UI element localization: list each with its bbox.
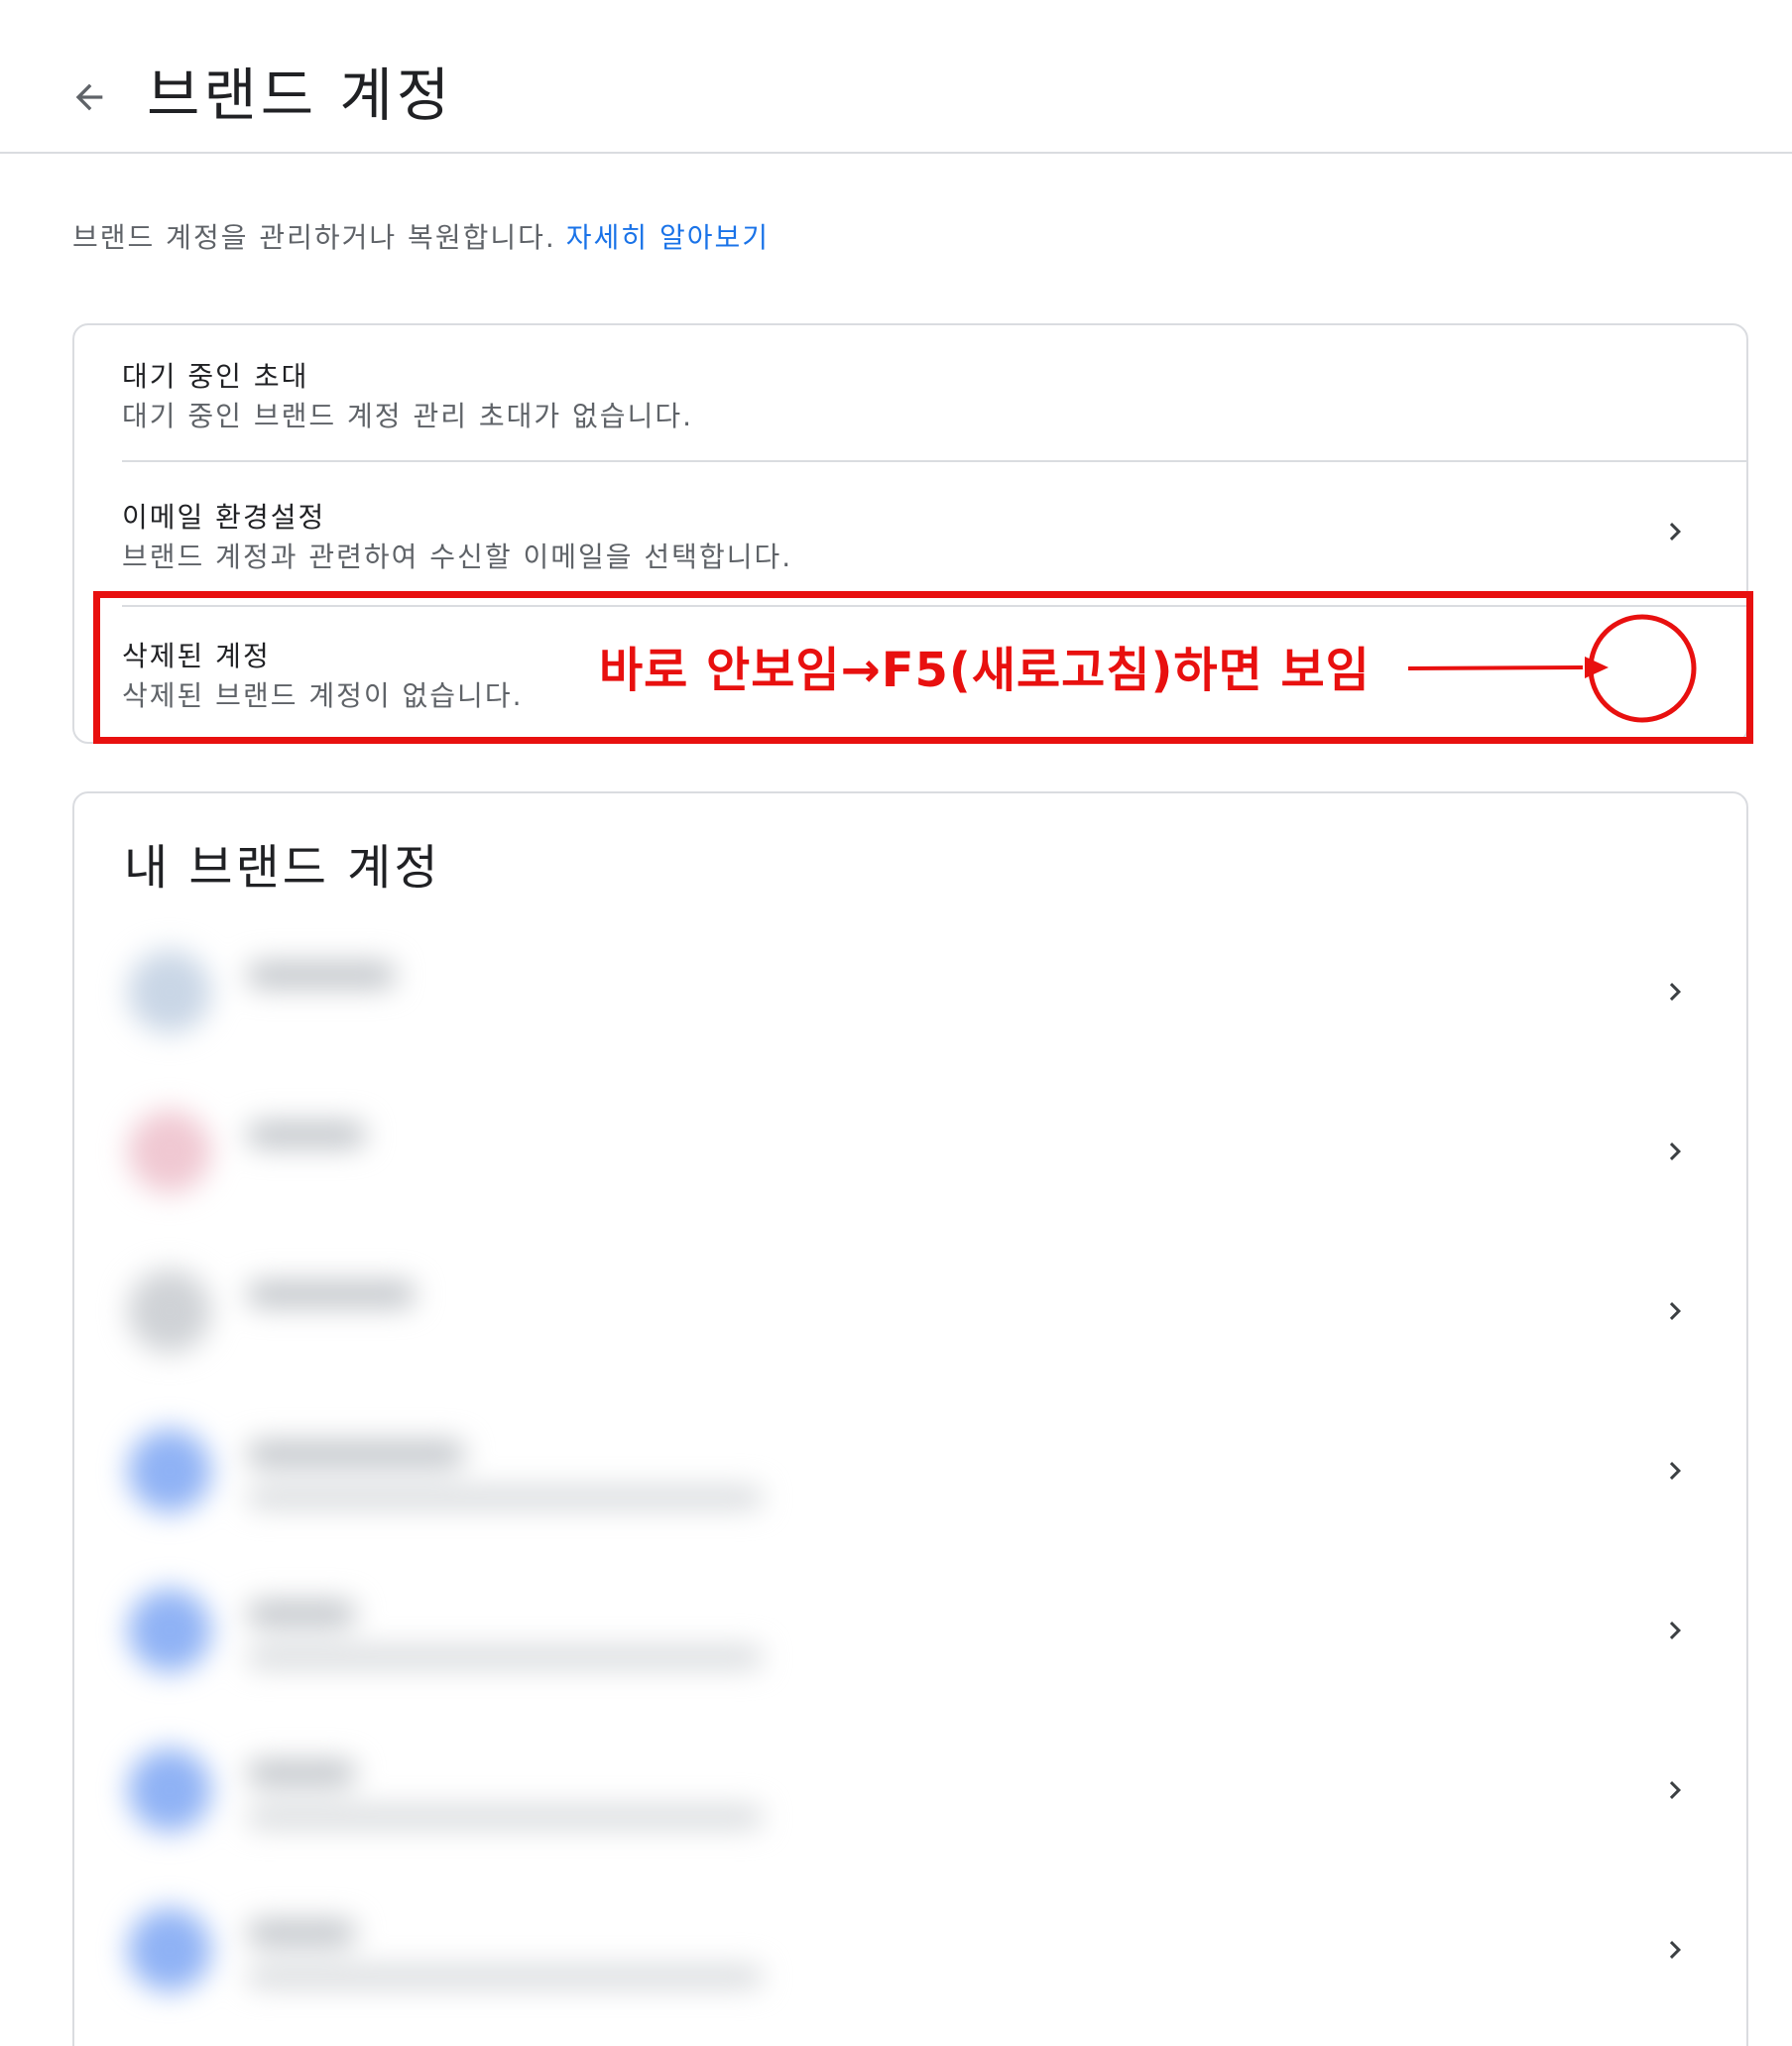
pending-invitations-subtitle: 대기 중인 브랜드 계정 관리 초대가 없습니다. (122, 400, 693, 432)
brand-account-name (247, 1920, 356, 1946)
blurred-brand-account-info (98, 1072, 852, 1231)
brand-account-name (247, 1122, 366, 1147)
email-preferences-title: 이메일 환경설정 (122, 501, 326, 534)
brand-account-detail (247, 1487, 763, 1508)
avatar (128, 1908, 211, 1991)
brand-account-name (247, 1760, 356, 1786)
brand-account-row[interactable] (98, 1072, 1746, 1231)
blurred-brand-account-info (98, 1232, 852, 1390)
chevron-right-icon[interactable] (1653, 1130, 1697, 1173)
blurred-brand-account-info (98, 1711, 852, 1869)
brand-account-name (247, 962, 396, 988)
brand-account-detail (247, 1646, 763, 1668)
blurred-brand-account-info (98, 1551, 852, 1710)
brand-accounts-page: 브랜드 계정 브랜드 계정을 관리하거나 복원합니다. 자세히 알아보기 대기 중… (0, 0, 1792, 2046)
annotation-text: 바로 안보임→F5(새로고침)하면 보임 (599, 643, 1371, 698)
brand-account-name (247, 1441, 465, 1467)
pending-invitations-title: 대기 중인 초대 (122, 360, 309, 393)
brand-account-detail (247, 1806, 763, 1828)
avatar (128, 950, 211, 1033)
my-brand-accounts-heading: 내 브랜드 계정 (124, 840, 441, 896)
page-header: 브랜드 계정 (0, 0, 1792, 154)
avatar (128, 1589, 211, 1672)
chevron-right-icon[interactable] (1653, 1768, 1697, 1812)
annotation-arrow-circle (1408, 614, 1697, 723)
blurred-brand-account-info (98, 912, 852, 1071)
brand-account-name (247, 1601, 356, 1626)
my-brand-accounts-card: 내 브랜드 계정 (72, 791, 1748, 2046)
brand-account-row[interactable] (98, 1551, 1746, 1710)
divider (122, 460, 1746, 462)
learn-more-link[interactable]: 자세히 알아보기 (566, 221, 770, 254)
brand-account-row[interactable] (98, 1711, 1746, 1869)
avatar (128, 1748, 211, 1832)
page-title: 브랜드 계정 (147, 61, 454, 129)
brand-account-row[interactable] (98, 912, 1746, 1071)
intro-description: 브랜드 계정을 관리하거나 복원합니다. (72, 221, 556, 254)
chevron-right-icon[interactable] (1653, 1928, 1697, 1972)
brand-account-name (247, 1281, 416, 1307)
chevron-right-icon[interactable] (1653, 1449, 1697, 1493)
blurred-brand-account-info (98, 1870, 852, 2029)
brand-account-row[interactable] (98, 1391, 1746, 1550)
brand-account-row[interactable] (98, 1232, 1746, 1390)
chevron-right-icon[interactable] (1653, 510, 1697, 553)
chevron-right-icon[interactable] (1653, 1609, 1697, 1652)
email-preferences-row[interactable]: 이메일 환경설정 브랜드 계정과 관련하여 수신할 이메일을 선택합니다. (122, 498, 1746, 597)
pending-invitations-row: 대기 중인 초대 대기 중인 브랜드 계정 관리 초대가 없습니다. (122, 357, 1746, 436)
avatar (128, 1269, 211, 1353)
brand-account-row[interactable] (98, 1870, 1746, 2029)
blurred-brand-account-info (98, 1391, 852, 1550)
chevron-right-icon[interactable] (1653, 1289, 1697, 1333)
chevron-right-icon[interactable] (1653, 970, 1697, 1014)
brand-account-detail (247, 1966, 763, 1987)
email-preferences-subtitle: 브랜드 계정과 관련하여 수신할 이메일을 선택합니다. (122, 541, 793, 573)
avatar (128, 1110, 211, 1193)
intro-text: 브랜드 계정을 관리하거나 복원합니다. 자세히 알아보기 (72, 218, 770, 258)
arrow-left-icon (75, 83, 103, 111)
back-button[interactable] (61, 69, 117, 125)
avatar (128, 1429, 211, 1512)
